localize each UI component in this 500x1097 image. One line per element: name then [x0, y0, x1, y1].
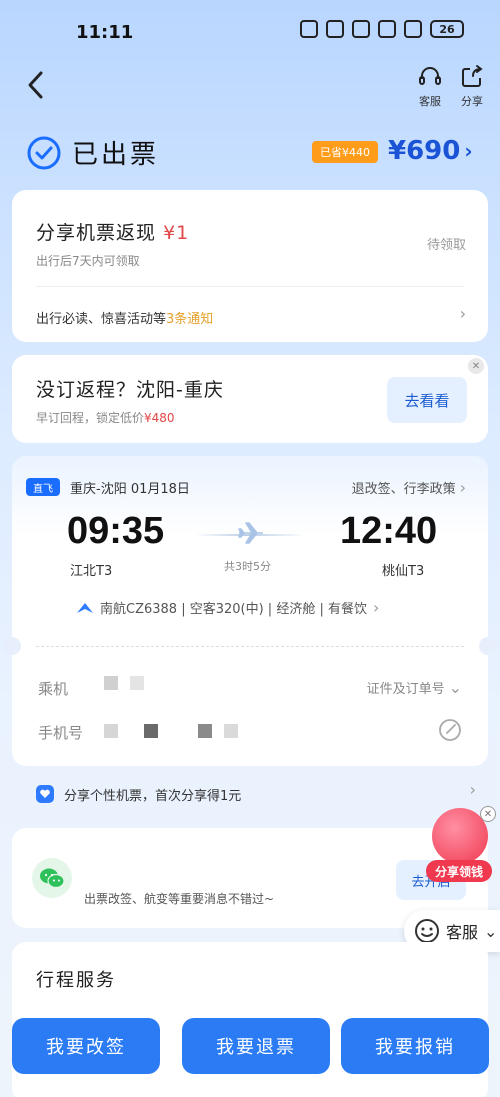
flight-card: 直飞 重庆-沈阳 01月18日 退改签、行李政策 › 09:35 12:40 江…: [3, 456, 497, 766]
departure-airport: 江北T3: [70, 564, 113, 579]
policy-link[interactable]: 退改签、行李政策 ›: [352, 478, 466, 497]
chevron-right-icon: ›: [459, 478, 466, 497]
dashed-divider: [36, 646, 464, 647]
divider: [36, 286, 464, 287]
close-icon[interactable]: ✕: [480, 806, 496, 822]
refund-ticket-button[interactable]: 我要退票: [182, 1018, 330, 1074]
share-button[interactable]: 分享: [452, 64, 492, 109]
itinerary-title: 行程服务: [36, 970, 116, 991]
ticket-notch: [3, 637, 21, 655]
reimburse-button[interactable]: 我要报销: [341, 1018, 489, 1074]
arrival-airport: 桃仙T3: [382, 564, 425, 579]
airline-logo-icon: [77, 602, 93, 613]
flight-duration: 共3时5分: [224, 560, 271, 573]
flight-info-link[interactable]: 南航CZ6388 | 空客320(中) | 经济舱 | 有餐饮 ›: [76, 598, 379, 617]
edit-icon[interactable]: [438, 718, 462, 742]
promo-label: 分享领钱: [426, 860, 492, 882]
chevron-left-icon: [28, 71, 43, 99]
direct-flight-tag: 直飞: [26, 478, 60, 496]
status-time: 11:11: [76, 22, 134, 43]
departure-time: 09:35: [67, 510, 165, 552]
chevron-right-icon: ›: [372, 598, 380, 617]
wechat-icon: [32, 858, 72, 898]
chevron-right-icon: ›: [464, 139, 473, 163]
smiley-service-icon: [415, 919, 439, 943]
status-icons: 26: [300, 20, 464, 38]
cashback-status: 待领取: [426, 238, 466, 253]
order-price[interactable]: ¥690 ›: [388, 136, 473, 166]
battery-icon: 26: [430, 20, 464, 38]
view-return-button[interactable]: 去看看: [387, 377, 467, 423]
hd-icon: [352, 20, 370, 38]
flight-route: 重庆-沈阳 01月18日: [70, 482, 190, 497]
headset-icon: [419, 67, 441, 85]
close-icon[interactable]: ✕: [468, 358, 484, 374]
change-ticket-button[interactable]: 我要改签: [12, 1018, 160, 1074]
hotspot-icon: [378, 20, 396, 38]
ticket-notch: [479, 637, 497, 655]
phone-label: 手机号: [38, 724, 84, 742]
return-trip-price: ¥480: [144, 411, 175, 425]
share-ticket-text: 分享个性机票，首次分享得1元: [64, 788, 242, 804]
chevron-down-icon: ⌄: [448, 678, 462, 697]
notice-link[interactable]: 出行必读、惊喜活动等3条通知: [36, 308, 213, 327]
masked-phone: [104, 724, 118, 738]
price-value: ¥690: [388, 136, 461, 166]
return-trip-title: 没订返程？沈阳-重庆: [36, 379, 224, 401]
passenger-label: 乘机: [38, 680, 69, 698]
masked-phone: [144, 724, 158, 738]
service-button[interactable]: 客服: [410, 64, 450, 109]
return-trip-card[interactable]: 没订返程？沈阳-重庆 早订回程，锁定低价¥480 去看看: [12, 355, 488, 443]
heart-icon: [36, 785, 54, 803]
masked-name: [104, 676, 118, 690]
cashback-card[interactable]: 分享机票返现 ¥1 出行后7天内可领取 待领取 出行必读、惊喜活动等3条通知 ›: [12, 190, 488, 342]
saved-badge: 已省¥440: [312, 141, 378, 163]
masked-name: [130, 676, 144, 690]
order-status: 已出票: [26, 134, 159, 171]
floating-service-label: 客服: [446, 923, 479, 942]
back-button[interactable]: [20, 68, 50, 102]
share-icon: [462, 65, 483, 87]
arrival-time: 12:40: [340, 510, 438, 552]
headphones-icon: [326, 20, 344, 38]
cashback-title: 分享机票返现 ¥1: [36, 222, 190, 244]
airplane-icon: [238, 522, 263, 544]
status-bar: 11:11 26: [0, 0, 500, 60]
check-circle-icon: [27, 136, 61, 169]
masked-phone: [224, 724, 238, 738]
signal-icon: [404, 20, 422, 38]
service-label: 客服: [419, 95, 441, 108]
notice-count: 3条通知: [166, 312, 214, 327]
docs-order-toggle[interactable]: 证件及订单号 ⌄: [367, 678, 462, 697]
masked-phone: [198, 724, 212, 738]
wechat-notify-text: 出票改签、航变等重要消息不错过~: [84, 892, 275, 906]
cashback-subtitle: 出行后7天内可领取: [36, 254, 140, 268]
cashback-amount: ¥1: [163, 222, 190, 244]
chevron-down-icon: ⌄: [484, 921, 498, 941]
chevron-right-icon: ›: [459, 304, 466, 323]
chevron-right-icon: ›: [469, 780, 476, 799]
nfc-icon: [300, 20, 318, 38]
share-label: 分享: [461, 95, 483, 108]
order-status-text: 已出票: [72, 140, 160, 170]
share-ticket-strip[interactable]: 分享个性机票，首次分享得1元: [12, 774, 488, 814]
return-trip-subtitle: 早订回程，锁定低价¥480: [36, 411, 175, 425]
